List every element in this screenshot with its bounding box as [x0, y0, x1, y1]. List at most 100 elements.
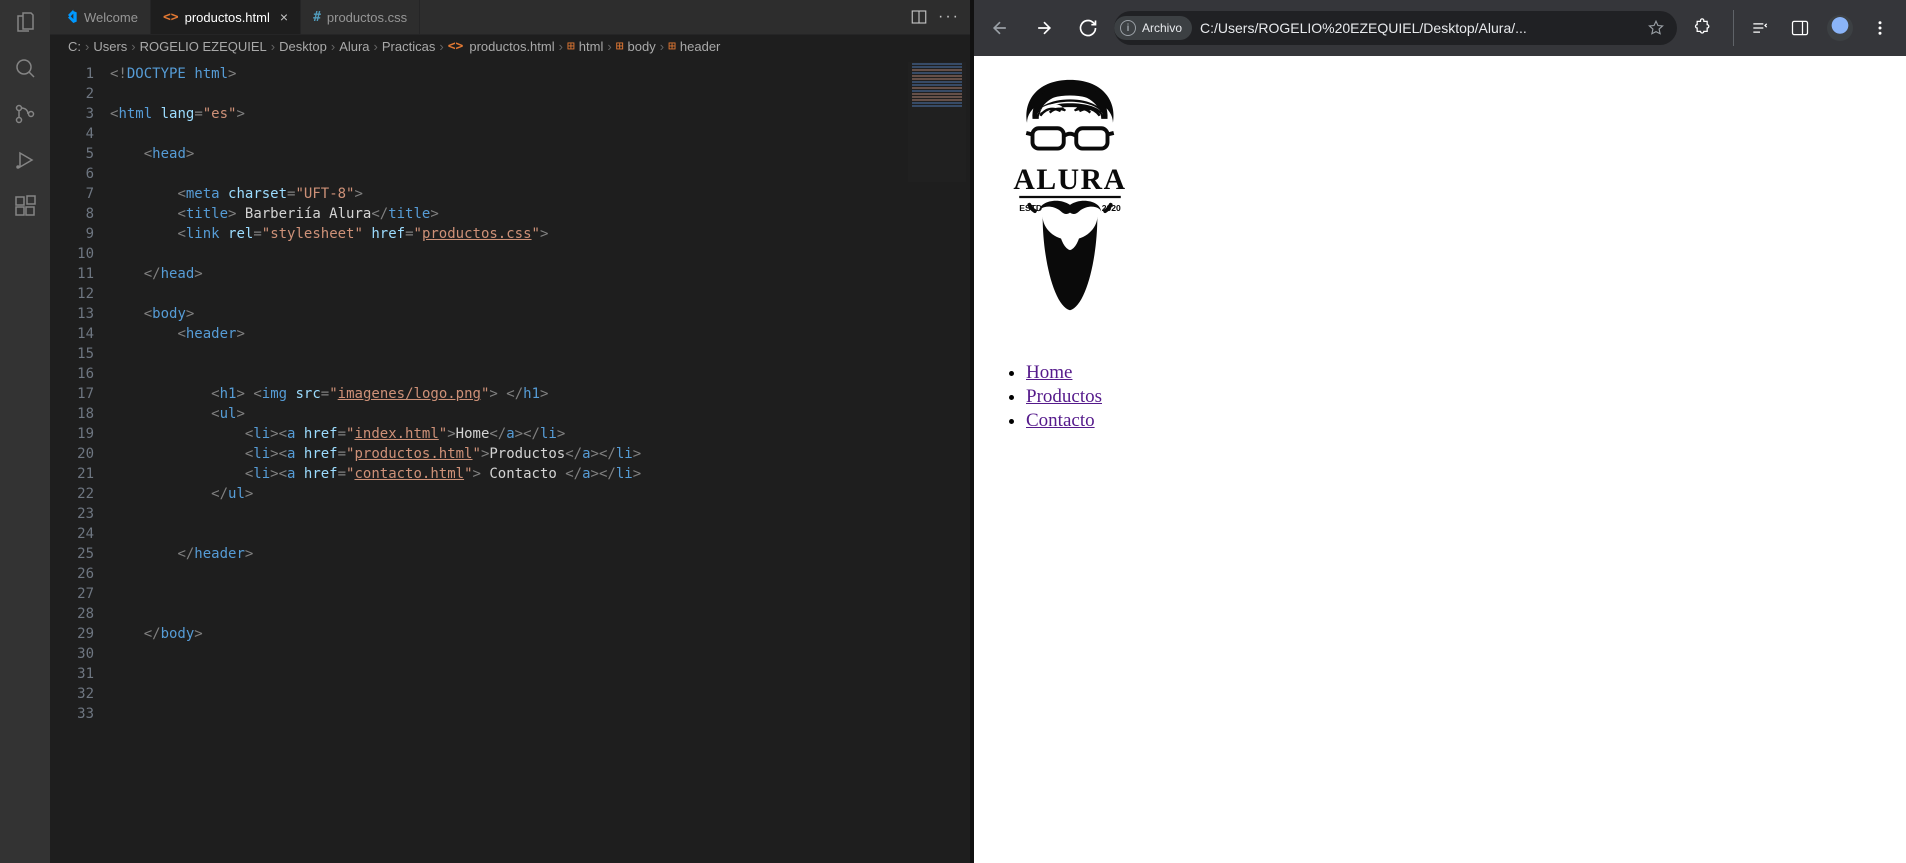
breadcrumb-item[interactable]: header — [680, 39, 720, 54]
breadcrumbs[interactable]: C:› Users› ROGELIO EZEQUIEL› Desktop› Al… — [50, 35, 970, 58]
nav-contacto-link[interactable]: Contacto — [1026, 410, 1095, 431]
run-debug-icon[interactable] — [13, 148, 37, 172]
browser-toolbar: i Archivo C:/Users/ROGELIO%20EZEQUIEL/De… — [974, 0, 1906, 56]
alura-logo-svg: ALURA ESTD 2020 — [990, 72, 1150, 322]
extensions-puzzle-icon[interactable] — [1685, 10, 1721, 46]
code-line[interactable]: </body> — [110, 624, 970, 644]
breadcrumb-item[interactable]: Desktop — [279, 39, 327, 54]
code-line[interactable]: <meta charset="UFT-8"> — [110, 184, 970, 204]
close-icon[interactable]: × — [280, 9, 288, 25]
tab-productos-css[interactable]: # productos.css — [301, 0, 420, 34]
nav-productos-link[interactable]: Productos — [1026, 386, 1102, 407]
code-line[interactable] — [110, 704, 970, 724]
line-number: 5 — [50, 144, 94, 164]
code-line[interactable]: <ul> — [110, 404, 970, 424]
code-line[interactable] — [110, 524, 970, 544]
code-line[interactable] — [110, 124, 970, 144]
reload-button[interactable] — [1070, 10, 1106, 46]
line-number: 31 — [50, 664, 94, 684]
line-number: 33 — [50, 704, 94, 724]
side-panel-icon[interactable] — [1782, 10, 1818, 46]
breadcrumb-item[interactable]: Practicas — [382, 39, 435, 54]
code-line[interactable] — [110, 564, 970, 584]
code-line[interactable] — [110, 644, 970, 664]
security-chip[interactable]: i Archivo — [1114, 16, 1192, 40]
nav-home-link[interactable]: Home — [1026, 362, 1072, 383]
breadcrumb-item[interactable]: C: — [68, 39, 81, 54]
more-actions-icon[interactable]: ··· — [938, 8, 960, 26]
vscode-icon — [62, 9, 78, 25]
line-number: 20 — [50, 444, 94, 464]
forward-button[interactable] — [1026, 10, 1062, 46]
extensions-icon[interactable] — [13, 194, 37, 218]
code-line[interactable] — [110, 244, 970, 264]
code-line[interactable] — [110, 664, 970, 684]
code-line[interactable] — [110, 604, 970, 624]
line-number: 6 — [50, 164, 94, 184]
line-number: 11 — [50, 264, 94, 284]
code-line[interactable]: <link rel="stylesheet" href="productos.c… — [110, 224, 970, 244]
bookmark-star-icon[interactable] — [1639, 19, 1673, 37]
line-number: 23 — [50, 504, 94, 524]
address-bar[interactable]: i Archivo C:/Users/ROGELIO%20EZEQUIEL/De… — [1114, 11, 1677, 45]
line-number: 19 — [50, 424, 94, 444]
chrome-menu-icon[interactable] — [1862, 10, 1898, 46]
editor[interactable]: 1234567891011121314151617181920212223242… — [50, 58, 970, 863]
breadcrumb-item[interactable]: body — [628, 39, 656, 54]
code-line[interactable]: <html lang="es"> — [110, 104, 970, 124]
code-line[interactable] — [110, 364, 970, 384]
line-number: 17 — [50, 384, 94, 404]
code-line[interactable]: <h1> <img src="imagenes/logo.png"> </h1> — [110, 384, 970, 404]
line-number: 26 — [50, 564, 94, 584]
profile-avatar[interactable] — [1822, 10, 1858, 46]
breadcrumb-item[interactable]: Alura — [339, 39, 369, 54]
code-line[interactable] — [110, 684, 970, 704]
line-number: 22 — [50, 484, 94, 504]
code-line[interactable]: </header> — [110, 544, 970, 564]
tab-productos-html[interactable]: <> productos.html × — [151, 0, 301, 34]
line-number: 29 — [50, 624, 94, 644]
code-content[interactable]: <!DOCTYPE html> <html lang="es"> <head> … — [110, 58, 970, 863]
line-number: 4 — [50, 124, 94, 144]
code-line[interactable] — [110, 284, 970, 304]
code-line[interactable]: <li><a href="productos.html">Productos</… — [110, 444, 970, 464]
code-line[interactable]: <head> — [110, 144, 970, 164]
code-line[interactable]: </head> — [110, 264, 970, 284]
code-line[interactable]: <body> — [110, 304, 970, 324]
code-line[interactable] — [110, 164, 970, 184]
logo: ALURA ESTD 2020 — [990, 72, 1898, 322]
breadcrumb-item[interactable]: html — [579, 39, 604, 54]
code-line[interactable] — [110, 504, 970, 524]
code-line[interactable]: <li><a href="contacto.html"> Contacto </… — [110, 464, 970, 484]
code-line[interactable] — [110, 584, 970, 604]
search-icon[interactable] — [13, 56, 37, 80]
line-number: 15 — [50, 344, 94, 364]
explorer-icon[interactable] — [13, 10, 37, 34]
split-editor-icon[interactable] — [910, 8, 928, 26]
line-gutter: 1234567891011121314151617181920212223242… — [50, 58, 110, 863]
code-line[interactable]: <header> — [110, 324, 970, 344]
minimap[interactable] — [908, 62, 966, 182]
list-item: Productos — [1026, 386, 1898, 408]
page-content: ALURA ESTD 2020 Home Productos Contacto — [974, 56, 1906, 863]
line-number: 8 — [50, 204, 94, 224]
back-button[interactable] — [982, 10, 1018, 46]
line-number: 27 — [50, 584, 94, 604]
breadcrumb-item[interactable]: productos.html — [469, 39, 554, 54]
line-number: 18 — [50, 404, 94, 424]
code-line[interactable]: <li><a href="index.html">Home</a></li> — [110, 424, 970, 444]
code-line[interactable] — [110, 344, 970, 364]
code-line[interactable]: </ul> — [110, 484, 970, 504]
tab-welcome[interactable]: Welcome — [50, 0, 151, 34]
source-control-icon[interactable] — [13, 102, 37, 126]
code-line[interactable]: <title> Barberiía Alura</title> — [110, 204, 970, 224]
code-line[interactable]: <!DOCTYPE html> — [110, 64, 970, 84]
tab-label: productos.css — [327, 10, 407, 25]
code-line[interactable] — [110, 84, 970, 104]
reading-list-icon[interactable] — [1742, 10, 1778, 46]
line-number: 24 — [50, 524, 94, 544]
line-number: 3 — [50, 104, 94, 124]
line-number: 1 — [50, 64, 94, 84]
breadcrumb-item[interactable]: Users — [93, 39, 127, 54]
breadcrumb-item[interactable]: ROGELIO EZEQUIEL — [140, 39, 267, 54]
